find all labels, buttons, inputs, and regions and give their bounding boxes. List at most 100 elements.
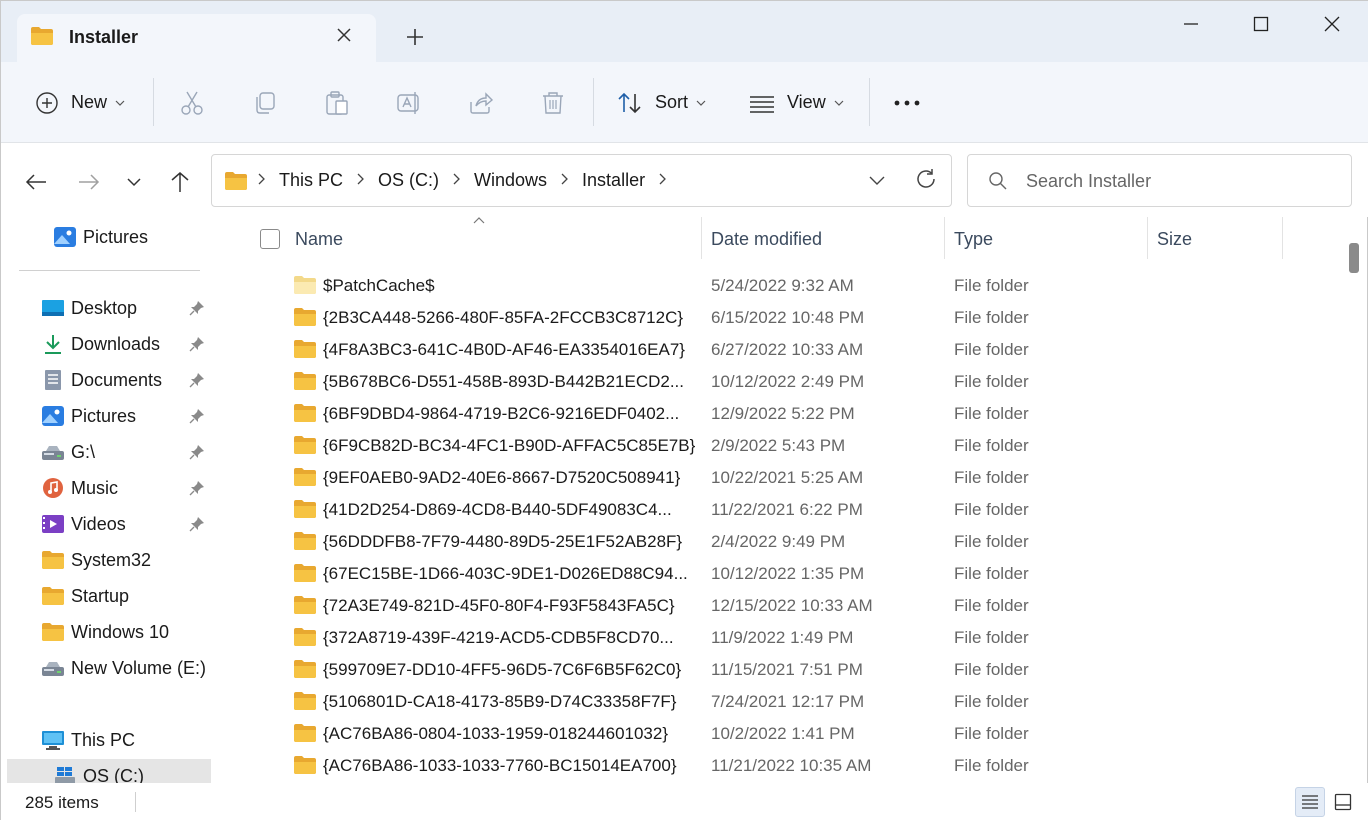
details-view-button[interactable] xyxy=(1295,787,1325,817)
sidebar-item-this-pc[interactable]: This PC xyxy=(1,723,211,757)
file-name: {6F9CB82D-BC34-4FC1-B90D-AFFAC5C85E7B} xyxy=(323,436,695,455)
cut-button[interactable] xyxy=(179,62,205,143)
breadcrumb-windows[interactable]: Windows xyxy=(474,170,547,191)
sidebar-item-videos[interactable]: Videos xyxy=(1,507,211,541)
tiles-view-button[interactable] xyxy=(1328,787,1358,817)
share-button[interactable] xyxy=(468,62,494,143)
file-date-modified: 11/15/2021 7:51 PM xyxy=(711,660,863,679)
file-name: {AC76BA86-0804-1033-1959-018244601032} xyxy=(323,724,669,743)
sidebar-item-new-volume-e[interactable]: New Volume (E:) xyxy=(1,651,211,685)
table-row[interactable]: {4F8A3BC3-641C-4B0D-AF46-EA3354016EA7} 6/… xyxy=(241,334,1341,366)
close-tab-icon[interactable] xyxy=(333,24,355,46)
file-name: {599709E7-DD10-4FF5-96D5-7C6F6B5F62C0} xyxy=(323,660,682,679)
file-name: {56DDDFB8-7F79-4480-89D5-25E1F52AB28F} xyxy=(323,532,683,551)
column-header-date[interactable]: Date modified xyxy=(711,217,822,261)
column-divider[interactable] xyxy=(1147,217,1148,259)
file-name: {2B3CA448-5266-480F-85FA-2FCCB3C8712C} xyxy=(323,308,684,327)
table-row[interactable]: {67EC15BE-1D66-403C-9DE1-D026ED88C94... 1… xyxy=(241,558,1341,590)
paste-icon xyxy=(326,90,348,115)
search-input[interactable] xyxy=(1026,167,1336,195)
table-row[interactable]: {5106801D-CA18-4173-85B9-D74C33358F7F} 7/… xyxy=(241,686,1341,718)
windows-drive-icon xyxy=(55,767,75,783)
sidebar-item-pictures[interactable]: Pictures xyxy=(1,399,211,433)
column-divider[interactable] xyxy=(701,217,702,259)
column-divider[interactable] xyxy=(944,217,945,259)
table-row[interactable]: {6BF9DBD4-9864-4719-B2C6-9216EDF0402... 1… xyxy=(241,398,1341,430)
chevron-down-icon xyxy=(834,97,844,109)
table-row[interactable]: {2B3CA448-5266-480F-85FA-2FCCB3C8712C} 6/… xyxy=(241,302,1341,334)
rename-button[interactable] xyxy=(396,62,422,143)
breadcrumb-os-drive[interactable]: OS (C:) xyxy=(378,170,439,191)
table-row[interactable]: {9EF0AEB0-9AD2-40E6-8667-D7520C508941} 10… xyxy=(241,462,1341,494)
column-header-size[interactable]: Size xyxy=(1157,217,1192,261)
computer-icon xyxy=(42,731,64,750)
column-header-name[interactable]: Name xyxy=(295,217,343,261)
table-row[interactable]: {5B678BC6-D551-458B-893D-B442B21ECD2... 1… xyxy=(241,366,1341,398)
navigation-pane: Pictures Desktop Downloads Documents Pictur… xyxy=(1,217,211,783)
address-bar[interactable]: This PC OS (C:) Windows Installer xyxy=(211,154,952,207)
file-date-modified: 7/24/2021 12:17 PM xyxy=(711,692,865,711)
new-button[interactable]: New xyxy=(35,62,125,143)
tab-installer[interactable]: Installer xyxy=(17,14,376,62)
chevron-down-icon xyxy=(127,177,141,186)
back-button[interactable] xyxy=(21,167,51,197)
table-row[interactable]: {41D2D254-D869-4CD8-B440-5DF49083C4... 11… xyxy=(241,494,1341,526)
paste-button[interactable] xyxy=(324,62,350,143)
sidebar-item-pictures-top[interactable]: Pictures xyxy=(1,220,211,254)
sidebar-item-documents[interactable]: Documents xyxy=(1,363,211,397)
chevron-right-icon[interactable] xyxy=(357,173,364,188)
chevron-right-icon[interactable] xyxy=(453,173,460,188)
delete-button[interactable] xyxy=(540,62,566,143)
table-row[interactable]: {599709E7-DD10-4FF5-96D5-7C6F6B5F62C0} 11… xyxy=(241,654,1341,686)
sort-button[interactable]: Sort xyxy=(617,62,706,143)
chevron-right-icon[interactable] xyxy=(258,173,265,188)
sidebar-item-downloads[interactable]: Downloads xyxy=(1,327,211,361)
file-name: {5106801D-CA18-4173-85B9-D74C33358F7F} xyxy=(323,692,677,711)
sidebar-item-g[interactable]: G:\ xyxy=(1,435,211,469)
new-tab-button[interactable] xyxy=(401,23,429,51)
table-row[interactable]: $PatchCache$ 5/24/2022 9:32 AM File folder xyxy=(241,270,1341,302)
table-row[interactable]: {372A8719-439F-4219-ACD5-CDB5F8CD70... 11… xyxy=(241,622,1341,654)
sidebar-item-label: G:\ xyxy=(71,442,96,462)
file-type: File folder xyxy=(954,596,1029,615)
table-row[interactable]: {AC76BA86-0804-1033-1959-018244601032} 10… xyxy=(241,718,1341,750)
address-history-button[interactable] xyxy=(864,167,890,193)
sidebar-item-windows-10[interactable]: Windows 10 xyxy=(1,615,211,649)
sidebar-item-os-drive[interactable]: OS (C:) xyxy=(7,759,211,783)
sidebar-item-desktop[interactable]: Desktop xyxy=(1,291,211,325)
file-type: File folder xyxy=(954,756,1029,775)
sidebar-item-system32[interactable]: System32 xyxy=(1,543,211,577)
folder-icon xyxy=(294,628,316,646)
more-options-button[interactable] xyxy=(893,62,921,143)
breadcrumb-this-pc[interactable]: This PC xyxy=(279,170,343,191)
table-row[interactable]: {72A3E749-821D-45F0-80F4-F93F5843FA5C} 12… xyxy=(241,590,1341,622)
view-button[interactable]: View xyxy=(749,62,844,143)
column-divider[interactable] xyxy=(1282,217,1283,259)
sidebar-item-music[interactable]: Music xyxy=(1,471,211,505)
file-type: File folder xyxy=(954,660,1029,679)
minimize-button[interactable] xyxy=(1171,9,1211,39)
content-scrollbar[interactable] xyxy=(1349,243,1359,273)
recent-locations-button[interactable] xyxy=(119,167,149,197)
chevron-right-icon[interactable] xyxy=(659,173,666,188)
chevron-right-icon[interactable] xyxy=(561,173,568,188)
file-type: File folder xyxy=(954,404,1029,423)
up-button[interactable] xyxy=(165,167,195,197)
refresh-button[interactable] xyxy=(912,165,940,193)
maximize-button[interactable] xyxy=(1241,9,1281,39)
file-name: {6BF9DBD4-9864-4719-B2C6-9216EDF0402... xyxy=(323,404,680,423)
folder-icon xyxy=(294,756,316,774)
sidebar-item-startup[interactable]: Startup xyxy=(1,579,211,613)
table-row[interactable]: {AC76BA86-1033-1033-7760-BC15014EA700} 11… xyxy=(241,750,1341,782)
forward-button[interactable] xyxy=(74,167,104,197)
breadcrumb-installer[interactable]: Installer xyxy=(582,170,645,191)
breadcrumb: This PC OS (C:) Windows Installer xyxy=(258,170,680,191)
select-all-checkbox[interactable] xyxy=(260,229,280,249)
copy-button[interactable] xyxy=(252,62,278,143)
column-header-type[interactable]: Type xyxy=(954,217,993,261)
table-row[interactable]: {56DDDFB8-7F79-4480-89D5-25E1F52AB28F} 2/… xyxy=(241,526,1341,558)
tab-title: Installer xyxy=(69,27,139,47)
search-box[interactable] xyxy=(967,154,1352,207)
close-window-button[interactable] xyxy=(1312,9,1352,39)
table-row[interactable]: {6F9CB82D-BC34-4FC1-B90D-AFFAC5C85E7B} 2/… xyxy=(241,430,1341,462)
